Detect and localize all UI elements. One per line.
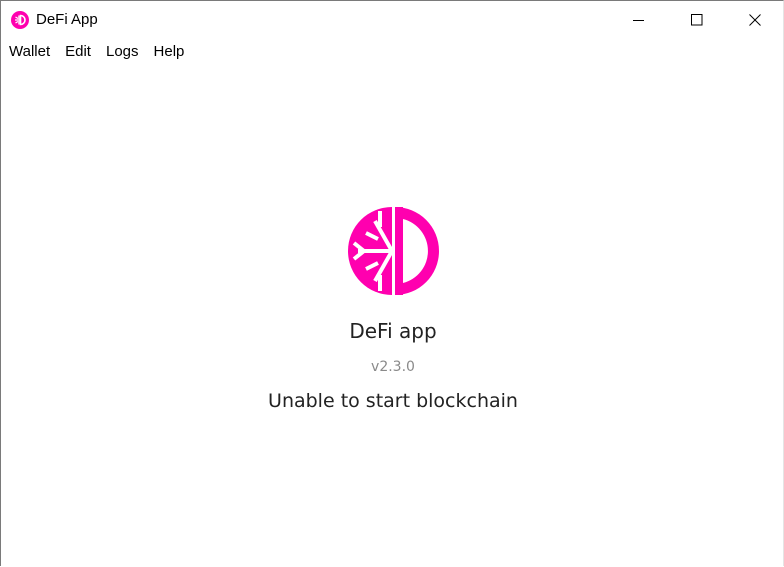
menu-wallet[interactable]: Wallet	[1, 41, 57, 63]
defichain-logo-icon	[348, 207, 439, 295]
app-window: DeFi App Wallet Edit Logs Help DeFi app …	[0, 0, 784, 566]
menu-logs[interactable]: Logs	[98, 41, 146, 63]
maximize-button[interactable]	[668, 1, 726, 38]
status-message: Unable to start blockchain	[268, 390, 518, 412]
menu-help[interactable]: Help	[146, 41, 192, 63]
app-name: DeFi app	[349, 319, 437, 343]
title-bar[interactable]: DeFi App	[1, 1, 783, 38]
app-version: v2.3.0	[371, 359, 415, 375]
minimize-button[interactable]	[610, 1, 668, 38]
menu-bar: Wallet Edit Logs Help	[1, 41, 191, 63]
menu-edit[interactable]: Edit	[57, 41, 98, 63]
window-title: DeFi App	[36, 11, 98, 28]
app-icon	[11, 11, 29, 29]
close-icon	[749, 13, 761, 26]
minimize-icon	[633, 19, 644, 21]
splash-content: DeFi app v2.3.0 Unable to start blockcha…	[1, 63, 783, 567]
maximize-icon	[691, 13, 703, 25]
close-button[interactable]	[726, 1, 784, 38]
